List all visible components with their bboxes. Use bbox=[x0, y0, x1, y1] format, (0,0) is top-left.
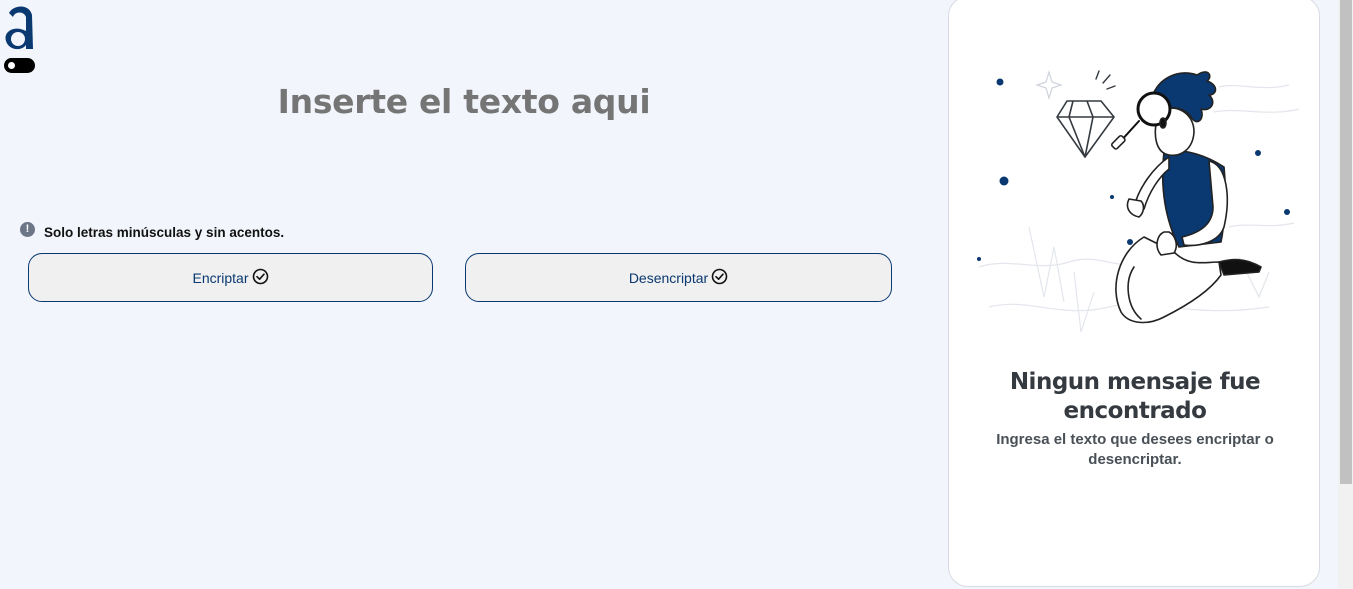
check-circle-icon bbox=[711, 268, 728, 288]
logo[interactable] bbox=[3, 3, 37, 51]
notice-text: Solo letras minúsculas y sin acentos. bbox=[44, 225, 285, 240]
result-panel: Ningun mensaje fue encontrado Ingresa el… bbox=[948, 0, 1320, 587]
toggle-switch-icon bbox=[8, 62, 15, 69]
encrypt-button[interactable]: Encriptar bbox=[28, 253, 433, 302]
text-input[interactable] bbox=[0, 82, 928, 128]
theme-toggle[interactable] bbox=[4, 58, 35, 73]
result-subtitle: Ingresa el texto que desees encriptar o … bbox=[996, 431, 1274, 468]
result-title: Ningun mensaje fue encontrado bbox=[1009, 369, 1261, 424]
app-page: ! Solo letras minúsculas y sin acentos. … bbox=[0, 0, 1353, 589]
exclamation-circle-icon: ! bbox=[20, 221, 35, 237]
decrypt-label: Desencriptar bbox=[628, 269, 709, 286]
page-scrollbar[interactable] bbox=[1338, 0, 1353, 589]
scrollbar-thumb[interactable] bbox=[1340, 0, 1352, 484]
alura-logo-icon bbox=[5, 6, 33, 50]
encrypt-label: Encriptar bbox=[192, 269, 249, 286]
input-notice: ! Solo letras minúsculas y sin acentos. bbox=[20, 221, 284, 240]
check-circle-icon bbox=[252, 268, 269, 288]
decrypt-button[interactable]: Desencriptar bbox=[465, 253, 892, 302]
person-with-magnifier-illustration bbox=[969, 45, 1309, 357]
